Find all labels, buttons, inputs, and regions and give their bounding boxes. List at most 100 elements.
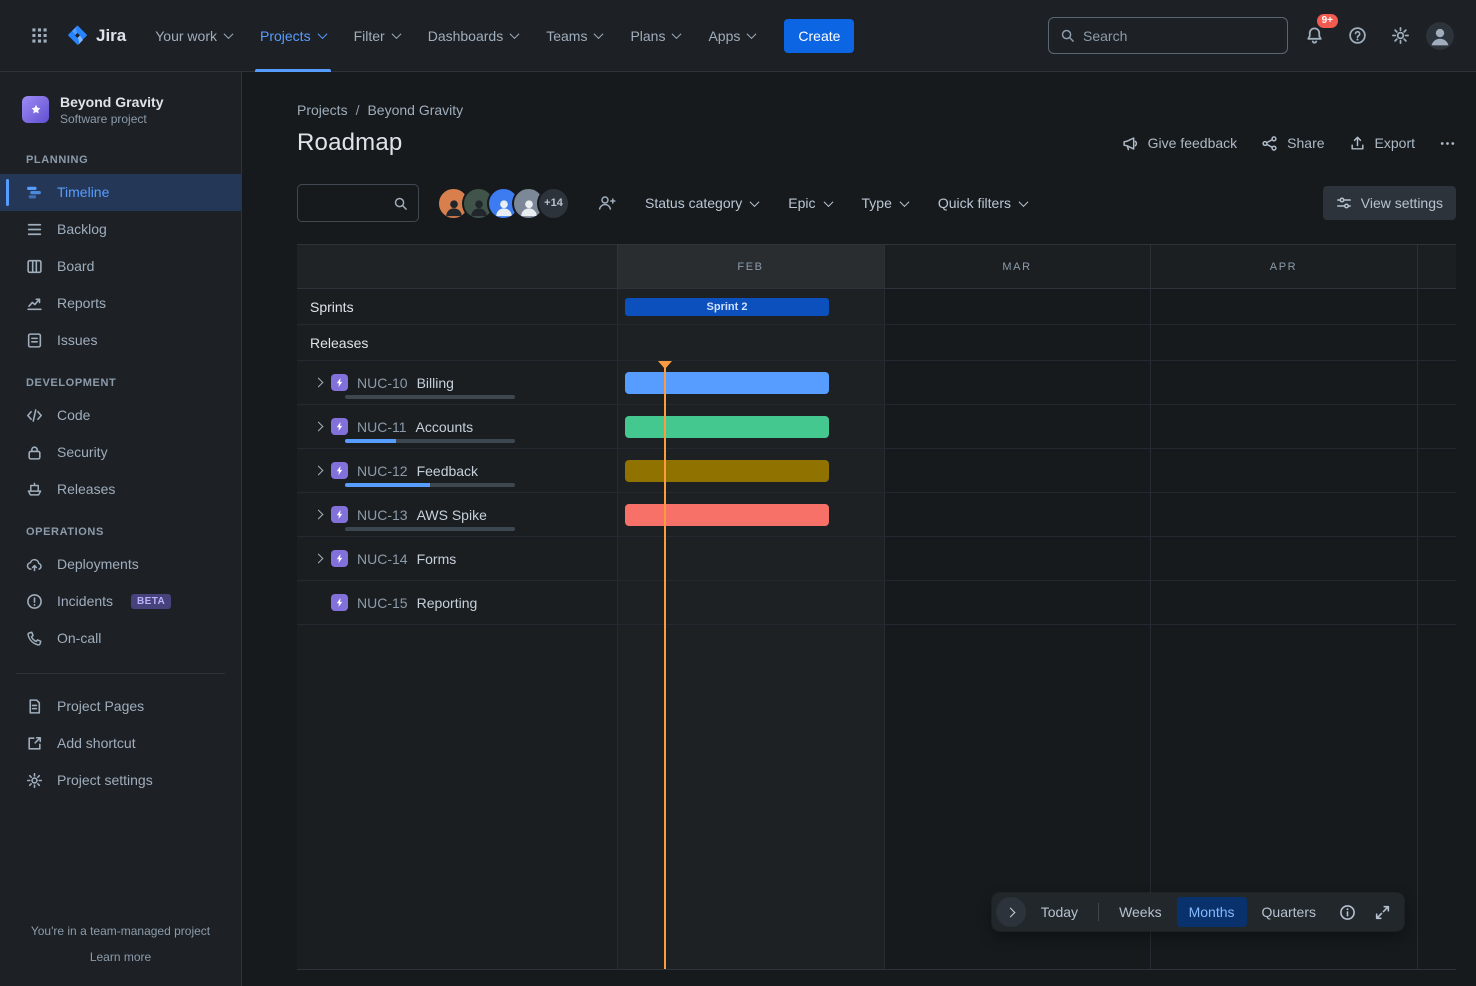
chevron-down-icon xyxy=(672,29,682,39)
chevron-down-icon xyxy=(899,197,909,207)
settings-button[interactable] xyxy=(1383,19,1417,53)
nav-item-your-work[interactable]: Your work xyxy=(142,0,245,72)
epic-row[interactable]: NUC-10 Billing xyxy=(297,361,1456,405)
epic-icon xyxy=(331,418,348,435)
timeline-search[interactable] xyxy=(297,184,419,222)
timeline-search-input[interactable] xyxy=(308,195,387,211)
expand-button[interactable] xyxy=(307,460,329,482)
avatar-overflow[interactable]: +14 xyxy=(537,187,570,220)
ship-icon xyxy=(26,481,43,498)
epic-bar[interactable] xyxy=(625,372,829,394)
epic-bar[interactable] xyxy=(625,416,829,438)
jira-logo[interactable]: Jira xyxy=(58,24,140,47)
section-title-operations: OPERATIONS xyxy=(0,508,241,546)
team-managed-note: You're in a team-managed project xyxy=(12,924,229,938)
info-button[interactable] xyxy=(1331,896,1363,928)
gear-icon xyxy=(26,772,43,789)
epic-dropdown[interactable]: Epic xyxy=(779,189,840,217)
timeline-panel: FEB MAR APR Sprints Releases NUC-10 Bill… xyxy=(297,244,1456,970)
sidebar-item-reports[interactable]: Reports xyxy=(0,285,241,322)
share-button[interactable]: Share xyxy=(1261,135,1324,152)
person-add-icon xyxy=(597,193,617,213)
chevron-right-icon xyxy=(313,466,323,476)
learn-more-link[interactable]: Learn more xyxy=(90,950,151,964)
nav-item-dashboards[interactable]: Dashboards xyxy=(415,0,532,72)
phone-icon xyxy=(26,630,43,647)
view-settings-button[interactable]: View settings xyxy=(1323,186,1456,220)
sidebar-item-releases[interactable]: Releases xyxy=(0,471,241,508)
chevron-down-icon xyxy=(750,197,760,207)
sidebar-item-add-shortcut[interactable]: Add shortcut xyxy=(0,725,241,762)
chevron-down-icon xyxy=(224,29,234,39)
zoom-quarters-button[interactable]: Quarters xyxy=(1250,897,1328,927)
epic-bar[interactable] xyxy=(625,504,829,526)
epic-row[interactable]: NUC-13 AWS Spike xyxy=(297,493,1456,537)
nav-item-apps[interactable]: Apps xyxy=(695,0,768,72)
epic-icon xyxy=(331,594,348,611)
sidebar-divider xyxy=(16,673,225,674)
project-name: Beyond Gravity xyxy=(60,94,163,112)
expand-button[interactable] xyxy=(307,548,329,570)
sidebar-item-backlog[interactable]: Backlog xyxy=(0,211,241,248)
chevron-down-icon xyxy=(1019,197,1029,207)
nav-item-plans[interactable]: Plans xyxy=(617,0,693,72)
create-button[interactable]: Create xyxy=(784,19,854,53)
chevron-down-icon xyxy=(594,29,604,39)
sidebar-item-security[interactable]: Security xyxy=(0,434,241,471)
add-people-button[interactable] xyxy=(590,186,624,220)
export-button[interactable]: Export xyxy=(1349,135,1415,152)
zoom-weeks-button[interactable]: Weeks xyxy=(1107,897,1174,927)
epic-icon xyxy=(331,506,348,523)
sidebar-item-deployments[interactable]: Deployments xyxy=(0,546,241,583)
code-icon xyxy=(26,407,43,424)
sidebar-item-project-settings[interactable]: Project settings xyxy=(0,762,241,799)
expand-button[interactable] xyxy=(307,372,329,394)
section-title-planning: PLANNING xyxy=(0,136,241,174)
fullscreen-button[interactable] xyxy=(1366,896,1398,928)
help-button[interactable] xyxy=(1340,19,1374,53)
sidebar-item-incidents[interactable]: Incidents BETA xyxy=(0,583,241,620)
board-icon xyxy=(26,258,43,275)
epic-row[interactable]: NUC-12 Feedback xyxy=(297,449,1456,493)
scroll-right-button[interactable] xyxy=(996,897,1026,927)
chevron-right-icon xyxy=(1006,907,1016,917)
sidebar-item-issues[interactable]: Issues xyxy=(0,322,241,359)
expand-button[interactable] xyxy=(307,504,329,526)
breadcrumb-projects-link[interactable]: Projects xyxy=(297,102,348,118)
give-feedback-button[interactable]: Give feedback xyxy=(1122,135,1238,152)
expand-button[interactable] xyxy=(307,416,329,438)
sprint-bar[interactable]: Sprint 2 xyxy=(625,298,829,316)
sprints-row-label: Sprints xyxy=(297,299,354,315)
sidebar-item-board[interactable]: Board xyxy=(0,248,241,285)
status-category-dropdown[interactable]: Status category xyxy=(636,189,767,217)
search-icon xyxy=(393,196,408,211)
sidebar-item-project-pages[interactable]: Project Pages xyxy=(0,688,241,725)
nav-item-filter[interactable]: Filter xyxy=(341,0,413,72)
nav-item-projects[interactable]: Projects xyxy=(247,0,339,72)
epic-progress-track xyxy=(345,527,515,531)
breadcrumb-project-link[interactable]: Beyond Gravity xyxy=(367,102,463,118)
app-switcher-button[interactable] xyxy=(22,19,56,53)
add-shortcut-icon xyxy=(26,735,43,752)
today-button[interactable]: Today xyxy=(1029,897,1090,927)
epic-progress-track xyxy=(345,439,515,443)
type-dropdown[interactable]: Type xyxy=(853,189,917,217)
global-search[interactable] xyxy=(1048,17,1288,54)
global-search-input[interactable] xyxy=(1083,28,1276,44)
epic-bar[interactable] xyxy=(625,460,829,482)
epic-row[interactable]: NUC-15 Reporting xyxy=(297,581,1456,625)
zoom-months-button[interactable]: Months xyxy=(1177,897,1247,927)
epic-row[interactable]: NUC-14 Forms xyxy=(297,537,1456,581)
sidebar-item-on-call[interactable]: On-call xyxy=(0,620,241,657)
sidebar-item-timeline[interactable]: Timeline xyxy=(0,174,241,211)
section-title-development: DEVELOPMENT xyxy=(0,359,241,397)
alert-icon xyxy=(26,593,43,610)
nav-item-teams[interactable]: Teams xyxy=(533,0,615,72)
quick-filters-dropdown[interactable]: Quick filters xyxy=(929,189,1036,217)
more-actions-button[interactable] xyxy=(1439,135,1456,152)
app-grid-icon xyxy=(30,26,49,45)
profile-avatar[interactable] xyxy=(1426,22,1454,50)
epic-row[interactable]: NUC-11 Accounts xyxy=(297,405,1456,449)
sidebar-item-code[interactable]: Code xyxy=(0,397,241,434)
main-content: Projects / Beyond Gravity Roadmap Give f… xyxy=(242,72,1476,986)
